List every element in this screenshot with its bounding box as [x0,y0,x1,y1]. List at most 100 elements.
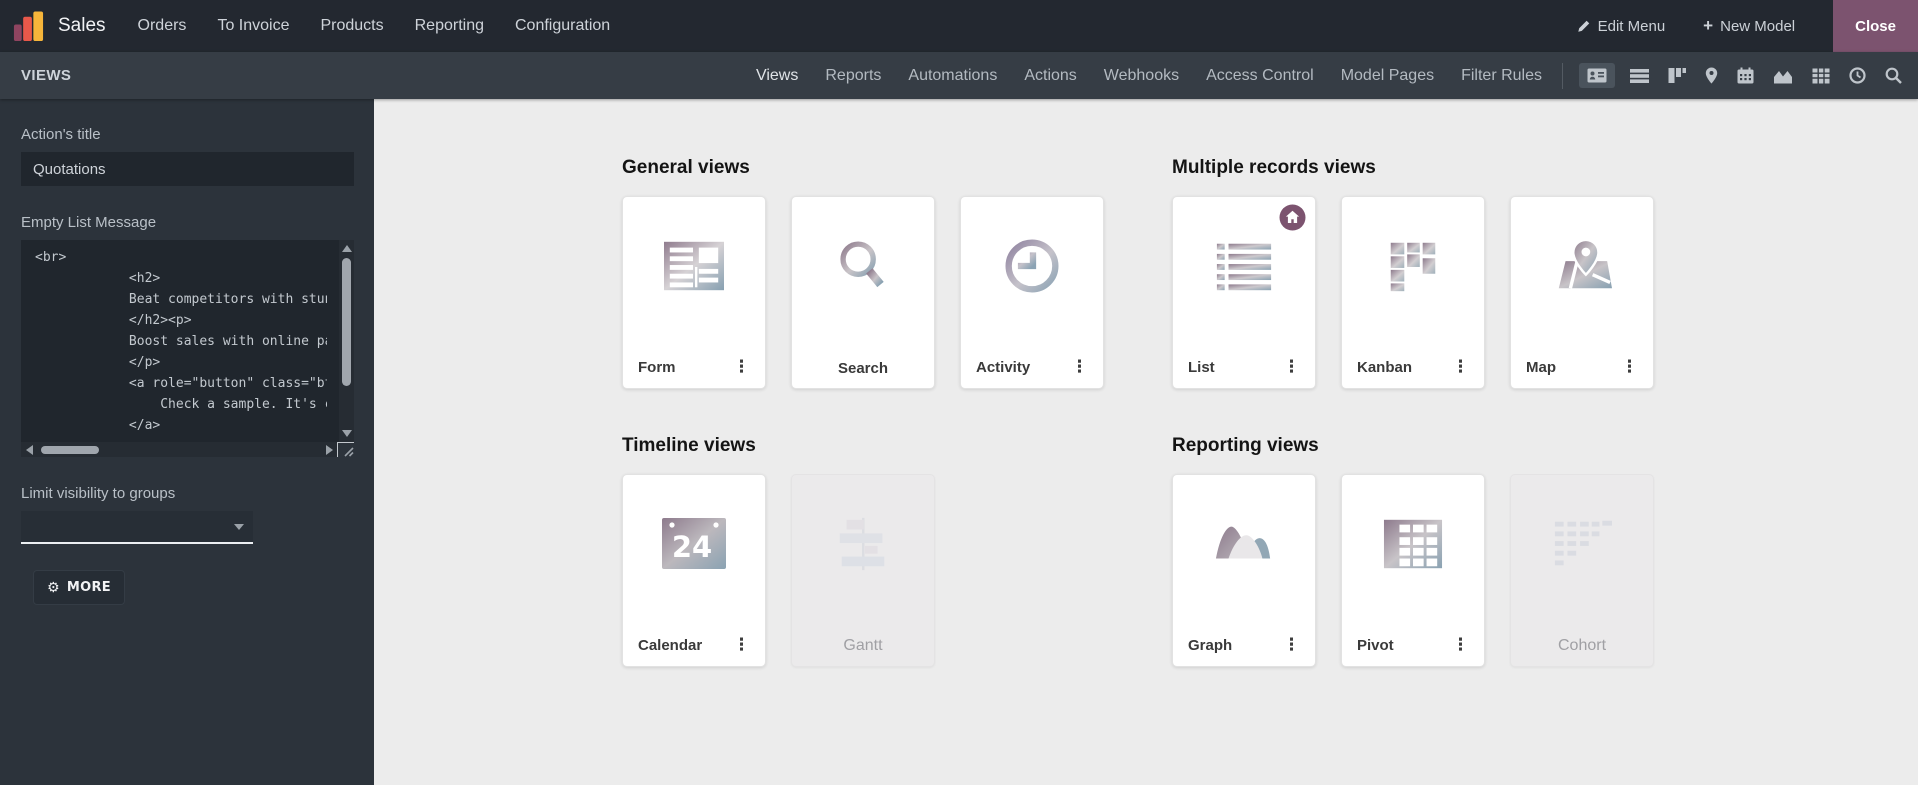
kebab-menu-icon[interactable]: ⋮ [1065,357,1094,377]
scroll-right-arrow-icon[interactable] [326,444,333,455]
list-view-icon [1173,197,1315,335]
empty-list-message-editor[interactable]: <br> <h2> Beat competitors with stunni <… [21,240,354,457]
view-card-calendar[interactable]: 24 Calendar ⋮ [622,474,766,667]
tab-automations[interactable]: Automations [908,67,997,85]
form-icon[interactable] [1579,63,1615,88]
card-label: Form [638,358,676,376]
view-card-map[interactable]: Map ⋮ [1510,196,1654,389]
card-label: Gantt [843,637,883,654]
form-view-icon [623,197,765,335]
empty-list-message-code[interactable]: <br> <h2> Beat competitors with stunni <… [21,240,327,436]
view-card-gantt: Gantt [791,474,935,667]
main-navbar: Sales Orders To Invoice Products Reporti… [0,0,1918,52]
view-card-cohort: Cohort [1510,474,1654,667]
card-label: Graph [1188,636,1233,654]
view-card-activity[interactable]: Activity ⋮ [960,196,1104,389]
gantt-view-icon [792,475,934,613]
graph-view-icon [1173,475,1315,613]
kebab-menu-icon[interactable]: ⋮ [1446,635,1475,655]
kebab-menu-icon[interactable]: ⋮ [727,357,756,377]
studio-toolbar: VIEWS Views Reports Automations Actions … [0,52,1918,99]
vertical-scrollbar-thumb[interactable] [342,258,351,386]
list-icon[interactable] [1626,65,1653,87]
cohort-view-icon [1511,475,1653,613]
horizontal-scrollbar[interactable] [21,442,337,457]
card-label: Pivot [1357,636,1394,654]
tab-actions[interactable]: Actions [1024,67,1076,85]
scroll-left-arrow-icon[interactable] [26,444,33,455]
clock-icon[interactable] [1845,64,1870,87]
edit-menu-button[interactable]: Edit Menu [1577,18,1665,35]
app-brand[interactable]: Sales [0,10,120,43]
scroll-down-arrow-icon[interactable] [341,430,352,437]
kebab-menu-icon[interactable]: ⋮ [1615,357,1644,377]
calendar-icon[interactable] [1733,64,1758,87]
tab-webhooks[interactable]: Webhooks [1104,67,1179,85]
svg-text:24: 24 [672,530,712,564]
groups-select[interactable] [21,511,253,544]
resize-grip[interactable] [337,442,354,457]
card-label: Kanban [1357,358,1413,376]
tab-filter-rules[interactable]: Filter Rules [1461,67,1542,85]
plus-icon: + [1703,16,1714,35]
menu-to-invoice[interactable]: To Invoice [217,17,289,35]
section-multiple-records-views: Multiple records views List ⋮ Kanban ⋮ M… [1172,157,1654,389]
tab-model-pages[interactable]: Model Pages [1341,67,1434,85]
pivot-view-icon [1342,475,1484,613]
kebab-menu-icon[interactable]: ⋮ [727,635,756,655]
toolbar-separator [1562,62,1563,89]
card-label: Map [1526,358,1556,376]
tab-reports[interactable]: Reports [825,67,881,85]
page-title: VIEWS [21,67,72,84]
view-switcher [1579,63,1906,88]
kebab-menu-icon[interactable]: ⋮ [1277,357,1306,377]
pivot-icon[interactable] [1808,65,1834,87]
views-gallery: General views Form ⋮ Search Activity ⋮ M… [374,99,1918,785]
more-button[interactable]: ⚙ MORE [33,570,125,605]
kanban-view-icon [1342,197,1484,335]
top-actions: Edit Menu + New Model Close [1577,0,1918,52]
view-card-kanban[interactable]: Kanban ⋮ [1341,196,1485,389]
view-card-search[interactable]: Search [791,196,935,389]
activity-view-icon [961,197,1103,335]
kebab-menu-icon[interactable]: ⋮ [1277,635,1306,655]
menu-products[interactable]: Products [320,17,383,35]
view-card-graph[interactable]: Graph ⋮ [1172,474,1316,667]
close-studio-button[interactable]: Close [1833,0,1918,52]
gear-icon: ⚙ [47,579,60,596]
sales-app-logo-icon [13,10,44,41]
map-view-icon [1511,197,1653,335]
tab-views[interactable]: Views [756,67,798,85]
action-title-input[interactable] [21,152,354,186]
empty-list-message-label: Empty List Message [21,214,157,231]
view-card-pivot[interactable]: Pivot ⋮ [1341,474,1485,667]
app-name[interactable]: Sales [58,15,106,37]
section-reporting-views: Reporting views Graph ⋮ Pivot ⋮ Cohort [1172,435,1654,667]
card-label: List [1188,358,1215,376]
groups-visibility-label: Limit visibility to groups [21,485,176,502]
menu-configuration[interactable]: Configuration [515,17,610,35]
action-title-label: Action's title [21,126,101,143]
chevron-down-icon [234,524,244,530]
tab-access-control[interactable]: Access Control [1206,67,1314,85]
graph-icon[interactable] [1769,65,1797,87]
vertical-scrollbar[interactable] [339,240,354,442]
kebab-menu-icon[interactable]: ⋮ [1446,357,1475,377]
menu-orders[interactable]: Orders [138,17,187,35]
horizontal-scrollbar-thumb[interactable] [41,445,99,454]
kanban-icon[interactable] [1664,64,1690,87]
map-pin-icon[interactable] [1701,64,1722,87]
card-label: Cohort [1557,637,1607,654]
search-icon[interactable] [1881,64,1906,87]
view-card-form[interactable]: Form ⋮ [622,196,766,389]
section-general-views: General views Form ⋮ Search Activity ⋮ [622,157,1104,389]
studio-sidebar: Action's title Empty List Message <br> <… [0,99,374,785]
new-model-button[interactable]: + New Model [1703,16,1795,36]
card-label: Search [837,360,889,377]
pencil-icon [1577,20,1590,32]
section-title: Timeline views [622,435,756,456]
menu-reporting[interactable]: Reporting [415,17,484,35]
section-title: Multiple records views [1172,157,1376,178]
scroll-up-arrow-icon[interactable] [341,245,352,252]
view-card-list[interactable]: List ⋮ [1172,196,1316,389]
